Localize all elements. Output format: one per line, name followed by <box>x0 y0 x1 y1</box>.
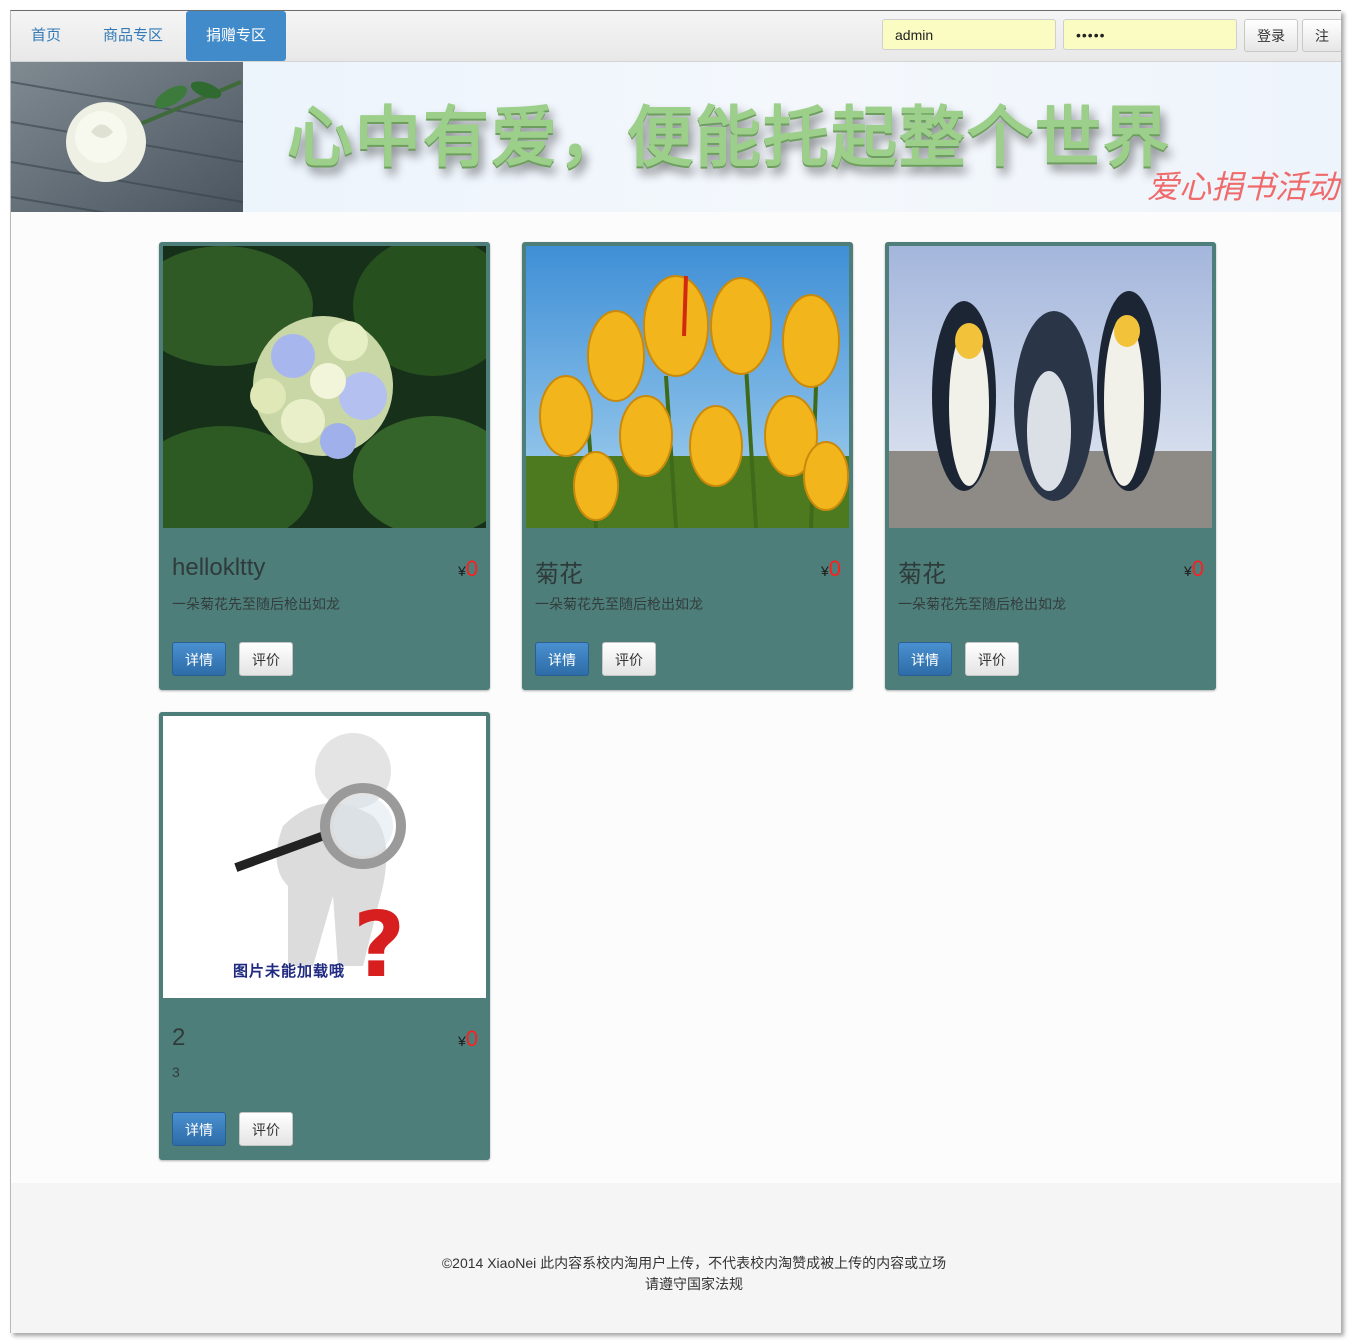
register-button[interactable]: 注册 <box>1302 19 1341 77</box>
banner-subtitle: 爱心捐书活动 <box>1147 168 1340 206</box>
review-button[interactable]: 评价 <box>602 642 656 676</box>
review-button[interactable]: 评价 <box>239 1112 293 1146</box>
card-title: 菊花 <box>898 561 946 588</box>
penguins-image <box>889 246 1212 528</box>
page-footer: ©2014 XiaoNei 此内容系校内淘用户上传，不代表校内淘赞成被上传的内容… <box>11 1183 1341 1333</box>
footer-legal-note: 请遵守国家法规 <box>645 1276 743 1292</box>
card-price: ¥0 <box>458 1026 478 1052</box>
currency-symbol: ¥ <box>820 563 829 579</box>
browser-viewport: 首页 商品专区 捐赠专区 admin ••••• 登录 注册 <box>10 10 1341 1333</box>
price-amount: 0 <box>465 1026 478 1051</box>
currency-symbol: ¥ <box>457 563 466 579</box>
white-rose-photo <box>11 62 243 212</box>
tulips-image <box>526 246 849 528</box>
card-price: ¥0 <box>821 556 841 582</box>
detail-button[interactable]: 详情 <box>172 642 226 676</box>
card-title: 2 <box>172 1024 186 1051</box>
price-amount: 0 <box>828 556 841 581</box>
login-button[interactable]: 登录 <box>1244 19 1298 52</box>
nav-donations[interactable]: 捐赠专区 <box>186 11 287 61</box>
card-price: ¥0 <box>458 556 478 582</box>
detail-button[interactable]: 详情 <box>172 1112 226 1146</box>
hero-banner: 心中有爱，便能托起整个世界 爱心捐书活动 <box>11 62 1341 212</box>
top-navbar: 首页 商品专区 捐赠专区 admin ••••• 登录 注册 <box>11 11 1341 77</box>
price-amount: 0 <box>1191 556 1204 581</box>
nav-home[interactable]: 首页 <box>11 11 81 61</box>
review-button[interactable]: 评价 <box>239 642 293 676</box>
product-card: 菊花 ¥0 一朵菊花先至随后枪出如龙 详情 评价 <box>522 242 853 690</box>
product-card: hellokltty ¥0 一朵菊花先至随后枪出如龙 详情 评价 <box>159 242 490 690</box>
username-input[interactable]: admin <box>882 19 1056 50</box>
svg-text:?: ? <box>353 893 405 998</box>
magnifier-figure-icon: ? <box>163 716 486 998</box>
card-description: 一朵菊花先至随后枪出如龙 <box>535 596 703 612</box>
product-card: ? 图片未能加载哦 2 ¥0 3 详情 评价 <box>159 712 490 1160</box>
card-price: ¥0 <box>1184 556 1204 582</box>
image-not-loaded-text: 图片未能加载哦 <box>233 962 346 980</box>
product-card: 菊花 ¥0 一朵菊花先至随后枪出如龙 详情 评价 <box>885 242 1216 690</box>
image-placeholder: ? 图片未能加载哦 <box>163 716 486 998</box>
card-title: 菊花 <box>535 561 583 588</box>
price-amount: 0 <box>465 556 478 581</box>
footer-disclaimer: ©2014 XiaoNei 此内容系校内淘用户上传，不代表校内淘赞成被上传的内容… <box>441 1255 947 1271</box>
hydrangea-image <box>163 246 486 528</box>
nav-products[interactable]: 商品专区 <box>83 11 183 61</box>
detail-button[interactable]: 详情 <box>898 642 952 676</box>
currency-symbol: ¥ <box>457 1033 466 1049</box>
banner-slogan: 心中有爱，便能托起整个世界 <box>287 99 1171 176</box>
password-input[interactable]: ••••• <box>1063 19 1237 50</box>
detail-button[interactable]: 详情 <box>535 642 589 676</box>
card-title: hellokltty <box>172 554 266 581</box>
currency-symbol: ¥ <box>1183 563 1192 579</box>
card-description: 一朵菊花先至随后枪出如龙 <box>172 596 340 612</box>
card-description: 一朵菊花先至随后枪出如龙 <box>898 596 1066 612</box>
review-button[interactable]: 评价 <box>965 642 1019 676</box>
card-description: 3 <box>172 1064 180 1080</box>
